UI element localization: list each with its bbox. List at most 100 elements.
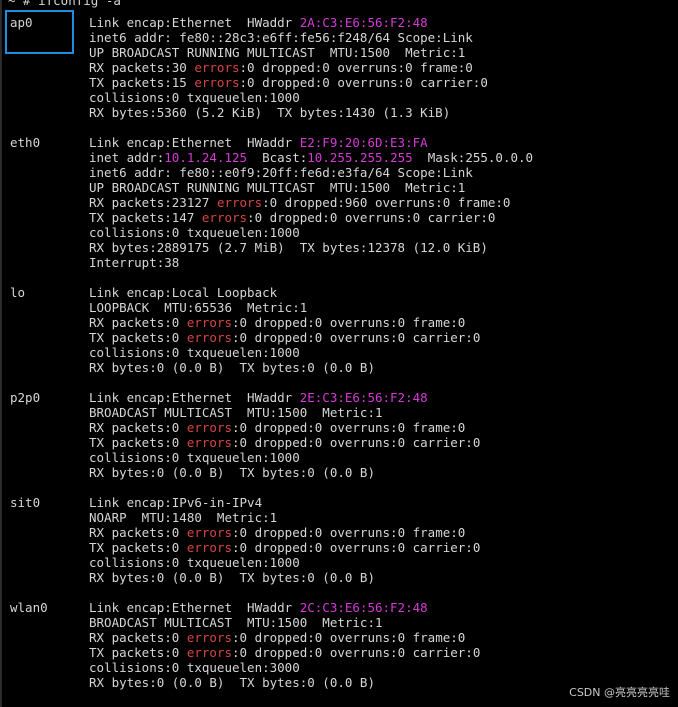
output-line: collisions:0 txqueuelen:1000 — [89, 450, 480, 465]
output-text: RX packets:0 — [89, 630, 187, 645]
output-text: inet addr: — [89, 150, 165, 165]
highlighted-value: E2:F9:20:6D:E3:FA — [299, 135, 428, 150]
output-line: TX packets:147 errors:0 dropped:0 overru… — [89, 210, 533, 225]
output-text: RX bytes:0 (0.0 B) TX bytes:0 (0.0 B) — [89, 675, 375, 690]
interface-details: Link encap:Ethernet HWaddr 2E:C3:E6:56:F… — [89, 390, 480, 480]
output-line: collisions:0 txqueuelen:3000 — [89, 660, 480, 675]
output-text: RX bytes:5360 (5.2 KiB) TX bytes:1430 (1… — [89, 105, 451, 120]
output-text: collisions:0 txqueuelen:1000 — [89, 345, 300, 360]
output-text: Link encap:Ethernet HWaddr — [89, 135, 300, 150]
output-text: LOOPBACK MTU:65536 Metric:1 — [89, 300, 308, 315]
output-line: collisions:0 txqueuelen:1000 — [89, 90, 488, 105]
output-line: TX packets:0 errors:0 dropped:0 overruns… — [89, 540, 480, 555]
output-text: Link encap:Ethernet HWaddr — [89, 390, 300, 405]
output-text: Mask:255.0.0.0 — [412, 150, 534, 165]
watermark: CSDN @亮亮亮亮哇 — [569, 686, 670, 699]
terminal-window[interactable]: ~ # ifconfig -a ap0 Link encap:Ethernet H… — [0, 0, 678, 707]
output-text: :0 dropped:0 overruns:0 carrier:0 — [232, 645, 481, 660]
output-text: UP BROADCAST RUNNING MULTICAST MTU:1500 … — [89, 45, 466, 60]
output-text: RX packets:0 — [89, 420, 187, 435]
interface-name: p2p0 — [10, 390, 41, 405]
errors-label: errors — [186, 630, 232, 645]
errors-label: errors — [186, 525, 232, 540]
output-text: TX packets:15 — [89, 75, 195, 90]
output-text: RX bytes:0 (0.0 B) TX bytes:0 (0.0 B) — [89, 465, 375, 480]
output-text: Link encap:Ethernet HWaddr — [89, 600, 300, 615]
output-text: RX bytes:0 (0.0 B) TX bytes:0 (0.0 B) — [89, 570, 375, 585]
output-line: UP BROADCAST RUNNING MULTICAST MTU:1500 … — [89, 45, 488, 60]
output-line: inet6 addr: fe80::e0f9:20ff:fe6d:e3fa/64… — [89, 165, 533, 180]
errors-label: errors — [186, 315, 232, 330]
output-line: LOOPBACK MTU:65536 Metric:1 — [89, 300, 480, 315]
output-line: collisions:0 txqueuelen:1000 — [89, 555, 480, 570]
output-line: Link encap:Local Loopback — [89, 285, 480, 300]
interface-name: sit0 — [10, 495, 41, 510]
command-prompt: ~ # ifconfig -a — [8, 0, 121, 8]
output-text: :0 dropped:0 overruns:0 frame:0 — [232, 525, 466, 540]
output-line: RX packets:0 errors:0 dropped:0 overruns… — [89, 315, 480, 330]
output-text: TX packets:0 — [89, 540, 187, 555]
output-text: TX packets:147 — [89, 210, 202, 225]
output-line: BROADCAST MULTICAST MTU:1500 Metric:1 — [89, 615, 480, 630]
output-line: RX bytes:0 (0.0 B) TX bytes:0 (0.0 B) — [89, 570, 480, 585]
output-line: collisions:0 txqueuelen:1000 — [89, 345, 480, 360]
output-text: collisions:0 txqueuelen:1000 — [89, 225, 300, 240]
output-text: :0 dropped:0 overruns:0 carrier:0 — [232, 540, 481, 555]
output-text: RX packets:23127 — [89, 195, 217, 210]
output-line: RX bytes:0 (0.0 B) TX bytes:0 (0.0 B) — [89, 675, 480, 690]
output-line: UP BROADCAST RUNNING MULTICAST MTU:1500 … — [89, 180, 533, 195]
output-text: Link encap:IPv6-in-IPv4 — [89, 495, 263, 510]
errors-label: errors — [201, 210, 248, 225]
output-line: inet6 addr: fe80::28c3:e6ff:fe56:f248/64… — [89, 30, 488, 45]
output-text: BROADCAST MULTICAST MTU:1500 Metric:1 — [89, 405, 383, 420]
output-text: :0 dropped:0 overruns:0 carrier:0 — [247, 210, 496, 225]
output-line: TX packets:0 errors:0 dropped:0 overruns… — [89, 330, 480, 345]
highlighted-value: 2A:C3:E6:56:F2:48 — [299, 15, 428, 30]
errors-label: errors — [186, 330, 232, 345]
interface-name: eth0 — [10, 135, 41, 150]
output-line: Link encap:IPv6-in-IPv4 — [89, 495, 480, 510]
output-line: RX bytes:0 (0.0 B) TX bytes:0 (0.0 B) — [89, 465, 480, 480]
output-text: RX packets:0 — [89, 315, 187, 330]
output-text: :0 dropped:0 overruns:0 carrier:0 — [232, 330, 481, 345]
output-text: TX packets:0 — [89, 645, 187, 660]
output-line: RX bytes:0 (0.0 B) TX bytes:0 (0.0 B) — [89, 360, 480, 375]
output-text: collisions:0 txqueuelen:3000 — [89, 660, 300, 675]
output-text: RX bytes:2889175 (2.7 MiB) TX bytes:1237… — [89, 240, 488, 255]
output-line: RX packets:0 errors:0 dropped:0 overruns… — [89, 630, 480, 645]
output-line: RX packets:0 errors:0 dropped:0 overruns… — [89, 420, 480, 435]
output-text: :0 dropped:0 overruns:0 frame:0 — [232, 420, 466, 435]
output-text: :0 dropped:0 overruns:0 carrier:0 — [239, 75, 488, 90]
interface-details: Link encap:Ethernet HWaddr 2C:C3:E6:56:F… — [89, 600, 480, 690]
terminal-left-border — [0, 0, 2, 707]
output-line: TX packets:15 errors:0 dropped:0 overrun… — [89, 75, 488, 90]
output-line: BROADCAST MULTICAST MTU:1500 Metric:1 — [89, 405, 480, 420]
output-text: inet6 addr: fe80::e0f9:20ff:fe6d:e3fa/64… — [89, 165, 473, 180]
errors-label: errors — [216, 195, 263, 210]
output-line: Link encap:Ethernet HWaddr 2A:C3:E6:56:F… — [89, 15, 488, 30]
interface-name: lo — [10, 285, 26, 300]
errors-label: errors — [186, 420, 232, 435]
output-line: RX bytes:2889175 (2.7 MiB) TX bytes:1237… — [89, 240, 533, 255]
output-text: UP BROADCAST RUNNING MULTICAST MTU:1500 … — [89, 180, 466, 195]
output-text: :0 dropped:0 overruns:0 carrier:0 — [232, 435, 481, 450]
output-line: RX bytes:5360 (5.2 KiB) TX bytes:1430 (1… — [89, 105, 488, 120]
output-text: collisions:0 txqueuelen:1000 — [89, 90, 300, 105]
output-line: RX packets:30 errors:0 dropped:0 overrun… — [89, 60, 488, 75]
output-text: collisions:0 txqueuelen:1000 — [89, 450, 300, 465]
errors-label: errors — [194, 75, 240, 90]
highlighted-value: 2C:C3:E6:56:F2:48 — [299, 600, 428, 615]
output-text: :0 dropped:0 overruns:0 frame:0 — [232, 630, 466, 645]
errors-label: errors — [186, 540, 232, 555]
output-line: TX packets:0 errors:0 dropped:0 overruns… — [89, 645, 480, 660]
output-text: RX bytes:0 (0.0 B) TX bytes:0 (0.0 B) — [89, 360, 375, 375]
output-line: Link encap:Ethernet HWaddr 2E:C3:E6:56:F… — [89, 390, 480, 405]
errors-label: errors — [194, 60, 240, 75]
output-line: Link encap:Ethernet HWaddr 2C:C3:E6:56:F… — [89, 600, 480, 615]
output-line: TX packets:0 errors:0 dropped:0 overruns… — [89, 435, 480, 450]
output-line: Interrupt:38 — [89, 255, 533, 270]
interface-details: Link encap:Local Loopback LOOPBACK MTU:65… — [89, 285, 480, 375]
output-text: RX packets:0 — [89, 525, 187, 540]
output-text: TX packets:0 — [89, 330, 187, 345]
output-line: NOARP MTU:1480 Metric:1 — [89, 510, 480, 525]
